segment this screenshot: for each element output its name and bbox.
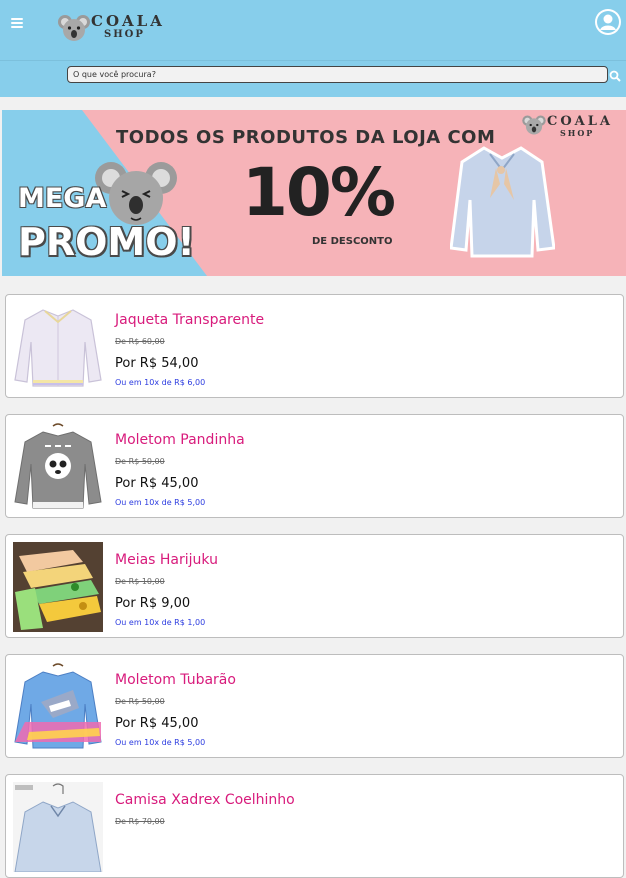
product-card-camisa-xadrex-coelhinho[interactable]: Camisa Xadrex Coelhinho De R$ 70,00: [5, 774, 624, 878]
current-price: Por R$ 45,00: [115, 716, 199, 731]
product-name: Moletom Tubarão: [115, 672, 236, 688]
banner-logo-coala: COALA: [547, 114, 613, 129]
installments-text: Ou em 10x de R$ 6,00: [115, 378, 206, 387]
old-price: De R$ 50,00: [115, 457, 165, 466]
user-avatar-icon[interactable]: [594, 8, 622, 36]
installments-text: Ou em 10x de R$ 5,00: [115, 738, 206, 747]
old-price: De R$ 60,00: [115, 337, 165, 346]
search-icon[interactable]: [609, 67, 623, 82]
search-input[interactable]: [67, 66, 608, 83]
koala-logo-icon: [58, 15, 90, 41]
product-name: Camisa Xadrex Coelhinho: [115, 792, 295, 808]
current-price: Por R$ 45,00: [115, 476, 199, 491]
hamburger-menu-icon[interactable]: [11, 18, 23, 29]
installments-text: Ou em 10x de R$ 5,00: [115, 498, 206, 507]
socks-photo: [13, 542, 103, 632]
product-name: Moletom Pandinha: [115, 432, 245, 448]
banner-headline: TODOS OS PRODUTOS DA LOJA COM: [116, 127, 496, 148]
current-price: Por R$ 54,00: [115, 356, 199, 371]
shirt-photo: [450, 146, 555, 258]
jacket-photo: [13, 302, 103, 392]
panda-sweater-photo: [13, 422, 103, 512]
search-bar: [0, 61, 626, 97]
top-header: COALA SHOP: [0, 0, 626, 61]
koala-logo-icon: [522, 115, 546, 135]
logo-text-shop: SHOP: [104, 29, 145, 40]
banner-percent: 10%: [242, 154, 396, 231]
banner-promo-text: PROMO!: [18, 220, 195, 264]
installments-text: Ou em 10x de R$ 1,00: [115, 618, 206, 627]
plaid-shirt-photo: [13, 782, 103, 872]
product-name: Meias Harijuku: [115, 552, 218, 568]
coala-shop-logo[interactable]: COALA SHOP: [58, 13, 178, 45]
product-card-moletom-tubarao[interactable]: Moletom Tubarão De R$ 50,00 Por R$ 45,00…: [5, 654, 624, 758]
banner-logo-shop: SHOP: [560, 128, 595, 138]
product-name: Jaqueta Transparente: [115, 312, 265, 328]
product-card-moletom-pandinha[interactable]: Moletom Pandinha De R$ 50,00 Por R$ 45,0…: [5, 414, 624, 518]
banner-mega-text: MEGA: [18, 183, 107, 214]
old-price: De R$ 10,00: [115, 577, 165, 586]
product-card-meias-harijuku[interactable]: Meias Harijuku De R$ 10,00 Por R$ 9,00 O…: [5, 534, 624, 638]
mega-promo-banner[interactable]: TODOS OS PRODUTOS DA LOJA COM 10% DE DES…: [2, 110, 626, 276]
product-card-jaqueta-transparente[interactable]: Jaqueta Transparente De R$ 60,00 Por R$ …: [5, 294, 624, 398]
current-price: Por R$ 9,00: [115, 596, 191, 611]
logo-text-coala: COALA: [91, 12, 165, 30]
shark-sweater-photo: [13, 662, 103, 752]
banner-logo: COALA SHOP: [522, 114, 622, 140]
banner-discount-label: DE DESCONTO: [312, 236, 393, 247]
koala-mascot-icon: [95, 162, 177, 225]
old-price: De R$ 50,00: [115, 697, 165, 706]
old-price: De R$ 70,00: [115, 817, 165, 826]
